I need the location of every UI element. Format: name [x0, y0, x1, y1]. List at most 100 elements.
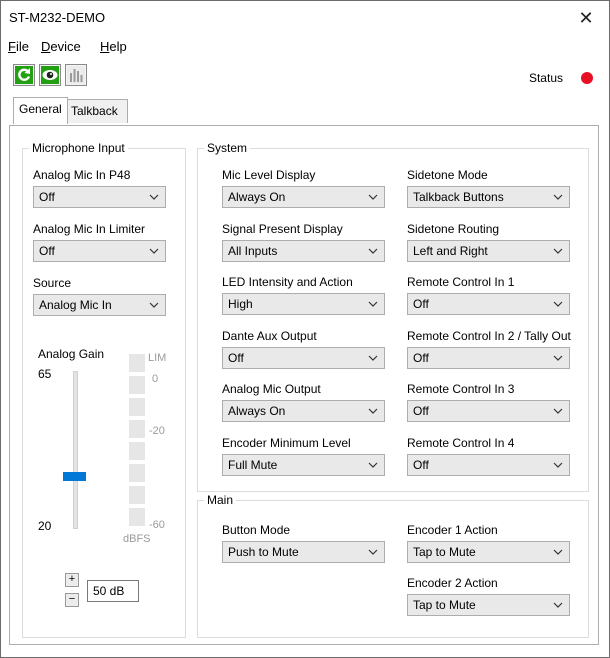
menu-file-mnemonic: F [8, 39, 16, 54]
meter-segment [129, 398, 145, 416]
remote-control-in-3-label: Remote Control In 3 [407, 382, 515, 396]
meter-minus60-label: -60 [149, 519, 165, 531]
chevron-down-icon [553, 462, 563, 468]
dante-aux-output-label: Dante Aux Output [222, 328, 317, 343]
menu-file[interactable]: File [8, 39, 29, 54]
general-tab-panel: Microphone Input Analog Mic In P48 Off A… [9, 125, 599, 645]
analog-mic-output-select[interactable]: Always On [222, 400, 385, 422]
mic-level-display-value: Always On [228, 190, 286, 204]
meter-segment [129, 354, 145, 372]
menu-device-label: evice [50, 39, 81, 54]
signal-present-display-value: All Inputs [228, 243, 278, 258]
meter-segment [129, 508, 145, 526]
dante-aux-output-select[interactable]: Off [222, 346, 385, 369]
mic-level-display-label: Mic Level Display [222, 168, 316, 182]
remote-control-in-4-value: Off [413, 457, 429, 472]
menu-help-mnemonic: H [100, 39, 110, 54]
chevron-down-icon [553, 194, 563, 200]
led-intensity-and-action-value: High [228, 297, 253, 311]
status-indicator [581, 72, 593, 84]
encoder1-action-select[interactable]: Tap to Mute [407, 541, 570, 563]
meter-segment [129, 442, 145, 460]
menu-device-mnemonic: D [41, 39, 51, 54]
chevron-down-icon [149, 248, 159, 254]
chevron-down-icon [553, 602, 563, 608]
remote-control-in-1-select[interactable]: Off [407, 293, 570, 315]
sidetone-mode-select[interactable]: Talkback Buttons [407, 186, 570, 208]
window-title: ST-M232-DEMO [9, 10, 106, 25]
remote-control-in-4-select[interactable]: Off [407, 453, 570, 476]
chevron-down-icon [553, 248, 563, 254]
analog-mic-p48-value: Off [39, 190, 55, 204]
microphone-input-group: Microphone Input Analog Mic In P48 Off A… [22, 141, 186, 638]
level-meter [129, 354, 145, 530]
chevron-down-icon [368, 408, 378, 414]
analog-gain-slider-thumb[interactable] [63, 471, 86, 481]
analog-mic-limiter-select[interactable]: Off [33, 240, 166, 262]
minus-icon: − [68, 593, 76, 605]
analog-gain-label: Analog Gain [38, 347, 105, 361]
button-mode-select[interactable]: Push to Mute [222, 541, 385, 563]
menu-file-label: ile [15, 39, 29, 54]
meter-segment [129, 486, 145, 504]
signal-present-display-select[interactable]: All Inputs [222, 239, 385, 262]
gain-min-label: 20 [38, 519, 52, 533]
gain-increase-button[interactable]: + [65, 573, 79, 587]
button-mode-value: Push to Mute [228, 545, 299, 559]
analog-mic-limiter-label: Analog Mic In Limiter [33, 222, 146, 236]
source-value: Analog Mic In [39, 298, 112, 312]
remote-control-in-1-value: Off [413, 297, 429, 311]
toolbar: Status [1, 59, 609, 93]
chevron-down-icon [368, 462, 378, 468]
app-window: ST-M232-DEMO ✕ File Device Help Status G… [0, 0, 610, 658]
remote-control-in-2-tally-out-label: Remote Control In 2 / Tally Out [407, 328, 571, 343]
chevron-down-icon [149, 194, 159, 200]
sidetone-routing-select[interactable]: Left and Right [407, 239, 570, 262]
analog-mic-output-label: Analog Mic Output [222, 382, 321, 396]
gain-value-field[interactable]: 50 dB [87, 580, 139, 602]
meter-segment [129, 376, 145, 394]
chevron-down-icon [368, 549, 378, 555]
encoder-minimum-level-select[interactable]: Full Mute [222, 453, 385, 476]
remote-control-in-2-tally-out-select[interactable]: Off [407, 346, 570, 369]
remote-control-in-3-select[interactable]: Off [407, 400, 570, 422]
chevron-down-icon [368, 355, 378, 361]
chevron-down-icon [553, 355, 563, 361]
meter-segment [129, 464, 145, 482]
encoder2-action-label: Encoder 2 Action [407, 576, 498, 590]
led-intensity-and-action-select[interactable]: High [222, 293, 385, 315]
led-intensity-and-action-label: LED Intensity and Action [222, 275, 353, 289]
chevron-down-icon [368, 301, 378, 307]
gain-max-label: 65 [38, 367, 52, 381]
refresh-button[interactable] [13, 64, 35, 86]
remote-control-in-1-label: Remote Control In 1 [407, 275, 515, 289]
meters-button[interactable] [65, 64, 87, 86]
title-bar: ST-M232-DEMO ✕ [1, 1, 609, 35]
encoder2-action-select[interactable]: Tap to Mute [407, 594, 570, 616]
monitor-button[interactable] [39, 64, 61, 86]
remote-control-in-2-tally-out-value: Off [413, 350, 429, 365]
close-button[interactable]: ✕ [563, 1, 609, 35]
source-select[interactable]: Analog Mic In [33, 294, 166, 316]
mic-level-display-select[interactable]: Always On [222, 186, 385, 208]
tab-general[interactable]: General [13, 97, 68, 124]
encoder1-action-label: Encoder 1 Action [407, 523, 498, 537]
sidetone-routing-value: Left and Right [413, 243, 488, 258]
gain-decrease-button[interactable]: − [65, 593, 79, 607]
signal-present-display-label: Signal Present Display [222, 221, 343, 236]
chevron-down-icon [553, 301, 563, 307]
system-title: System [204, 141, 251, 155]
remote-control-in-3-value: Off [413, 404, 429, 418]
sidetone-mode-value: Talkback Buttons [413, 190, 504, 204]
encoder2-action-value: Tap to Mute [413, 598, 476, 612]
main-group: Main Button Mode Push to Mute Encoder 1 … [197, 493, 589, 638]
source-label: Source [33, 276, 72, 290]
menu-help[interactable]: Help [100, 39, 127, 54]
menu-device[interactable]: Device [41, 39, 81, 54]
analog-mic-p48-select[interactable]: Off [33, 186, 166, 208]
analog-gain-slider-track[interactable] [73, 371, 78, 529]
encoder-minimum-level-value: Full Mute [228, 457, 278, 472]
sidetone-mode-label: Sidetone Mode [407, 168, 488, 182]
tab-talkback-channels[interactable]: Talkback Channels [65, 99, 128, 140]
analog-mic-limiter-value: Off [39, 244, 55, 258]
